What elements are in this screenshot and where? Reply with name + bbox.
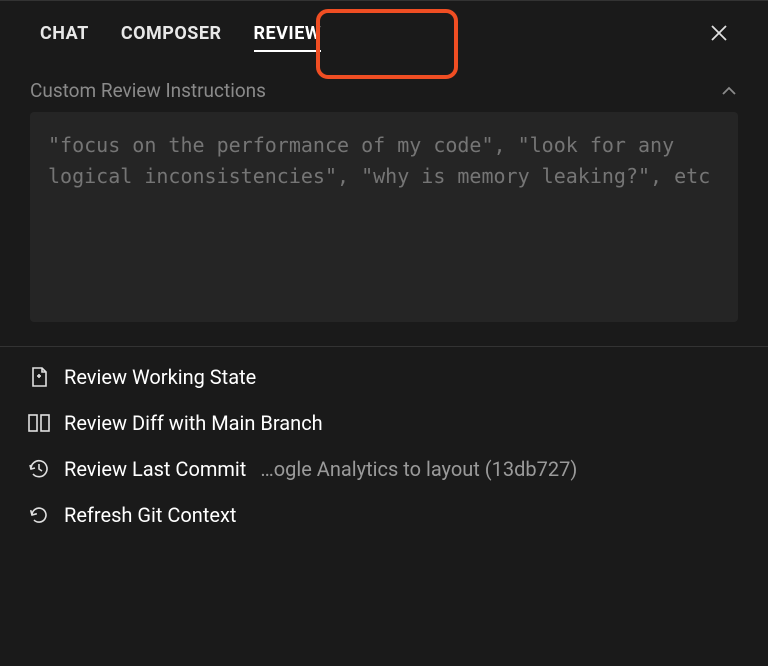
review-actions: Review Working State Review Diff with Ma… (0, 347, 768, 545)
section-title: Custom Review Instructions (30, 79, 266, 102)
tab-chat[interactable]: CHAT (24, 5, 105, 62)
tabs-bar: CHAT COMPOSER REVIEW (0, 1, 768, 65)
action-label: Review Last Commit (64, 457, 246, 481)
review-last-commit-button[interactable]: Review Last Commit …ogle Analytics to la… (28, 457, 740, 481)
review-diff-main-button[interactable]: Review Diff with Main Branch (28, 411, 740, 435)
custom-instructions-header[interactable]: Custom Review Instructions (0, 65, 768, 112)
history-icon (28, 458, 50, 480)
refresh-git-context-button[interactable]: Refresh Git Context (28, 503, 740, 527)
refresh-icon (28, 504, 50, 526)
chevron-up-icon (720, 82, 738, 100)
close-icon (710, 24, 728, 42)
action-label: Refresh Git Context (64, 503, 236, 527)
action-label: Review Diff with Main Branch (64, 411, 323, 435)
review-working-state-button[interactable]: Review Working State (28, 365, 740, 389)
tab-composer[interactable]: COMPOSER (105, 5, 238, 62)
close-button[interactable] (702, 16, 736, 50)
commit-detail: …ogle Analytics to layout (13db727) (260, 457, 577, 481)
tab-review[interactable]: REVIEW (238, 5, 338, 62)
diff-icon (28, 412, 50, 434)
action-label: Review Working State (64, 365, 256, 389)
file-diff-icon (28, 366, 50, 388)
custom-instructions-input[interactable] (30, 112, 738, 322)
instructions-container (0, 112, 768, 346)
review-panel: CHAT COMPOSER REVIEW Custom Review Instr… (0, 0, 768, 666)
